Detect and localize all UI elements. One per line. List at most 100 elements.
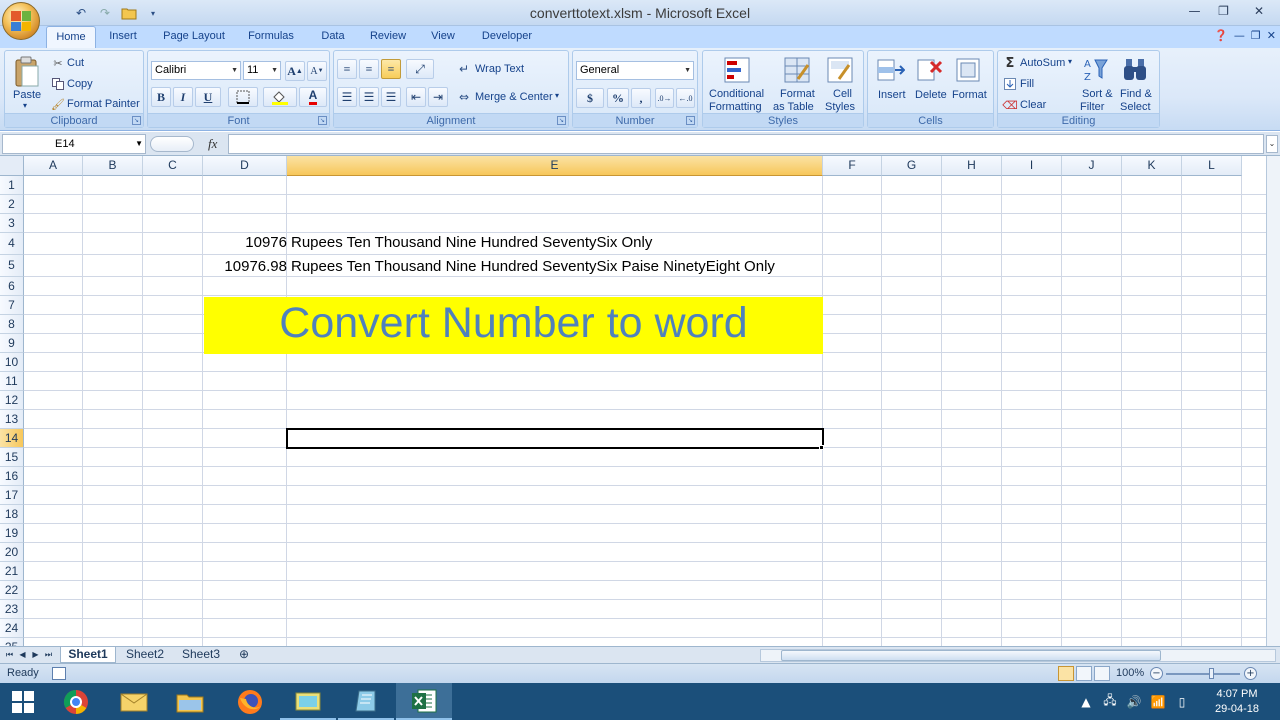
row-header-8[interactable]: 8 <box>0 315 24 334</box>
help-icon[interactable]: ❓ <box>1214 29 1228 42</box>
row-header-25[interactable]: 25 <box>0 638 24 646</box>
name-box[interactable]: E14 ▼ <box>2 134 146 154</box>
row-header-7[interactable]: 7 <box>0 296 24 315</box>
mail-icon[interactable] <box>106 683 162 720</box>
tab-insert[interactable]: Insert <box>100 26 146 48</box>
zoom-slider-thumb[interactable] <box>1209 668 1214 679</box>
row-header-11[interactable]: 11 <box>0 372 24 391</box>
fill-button[interactable]: Fill <box>1020 78 1034 90</box>
ribbon-minimize-icon[interactable]: — <box>1234 29 1245 42</box>
row-header-18[interactable]: 18 <box>0 505 24 524</box>
column-header-J[interactable]: J <box>1062 156 1122 176</box>
currency-button[interactable]: $ <box>576 88 604 108</box>
column-header-H[interactable]: H <box>942 156 1002 176</box>
cell-D4[interactable]: 10976 <box>245 234 287 251</box>
active-cell-E14[interactable] <box>286 428 824 449</box>
percent-button[interactable]: % <box>607 88 629 108</box>
column-header-I[interactable]: I <box>1002 156 1062 176</box>
macro-record-icon[interactable] <box>52 667 66 680</box>
row-header-16[interactable]: 16 <box>0 467 24 486</box>
next-sheet-icon[interactable]: ▶ <box>30 648 41 662</box>
column-header-F[interactable]: F <box>823 156 882 176</box>
sticky-app-icon[interactable] <box>280 683 336 720</box>
shrink-font-icon[interactable]: A ▼ <box>307 61 327 81</box>
horizontal-scroll-thumb[interactable] <box>781 650 1161 661</box>
orientation-icon[interactable]: ⤢ <box>406 59 434 79</box>
merge-center-button[interactable]: Merge & Center <box>475 91 553 103</box>
insert-function-button[interactable]: fx <box>208 136 217 152</box>
row-header-14[interactable]: 14 <box>0 429 24 448</box>
notepad-icon[interactable] <box>338 683 394 720</box>
tab-formulas[interactable]: Formulas <box>240 26 302 48</box>
number-launcher-icon[interactable]: ↘ <box>686 116 695 125</box>
expand-formula-bar-icon[interactable]: ⌄ <box>1266 135 1278 153</box>
network-icon[interactable]: 🖧 <box>1098 691 1122 712</box>
font-size-combo[interactable]: 11 ▼ <box>243 61 281 80</box>
increase-decimal-icon[interactable]: .0→ <box>655 88 674 108</box>
ribbon-restore-icon[interactable]: ❐ <box>1251 29 1261 42</box>
decrease-indent-icon[interactable]: ⇤ <box>406 87 426 107</box>
number-format-combo[interactable]: General ▼ <box>576 61 694 80</box>
bold-button[interactable]: B <box>151 87 171 107</box>
tab-review[interactable]: Review <box>362 26 414 48</box>
cell-E4[interactable]: Rupees Ten Thousand Nine Hundred Seventy… <box>291 234 652 251</box>
formula-input[interactable] <box>228 134 1264 154</box>
ribbon-close-icon[interactable]: ✕ <box>1267 29 1276 42</box>
tab-home[interactable]: Home <box>46 26 96 48</box>
row-header-10[interactable]: 10 <box>0 353 24 372</box>
column-header-A[interactable]: A <box>24 156 83 176</box>
align-middle-icon[interactable]: ≡ <box>359 59 379 79</box>
row-header-3[interactable]: 3 <box>0 214 24 233</box>
row-header-22[interactable]: 22 <box>0 581 24 600</box>
tab-data[interactable]: Data <box>312 26 354 48</box>
underline-button[interactable]: U <box>195 87 221 107</box>
clipboard-launcher-icon[interactable]: ↘ <box>132 116 141 125</box>
start-button[interactable] <box>0 683 46 720</box>
first-sheet-icon[interactable]: ⏮ <box>4 648 15 662</box>
horizontal-scrollbar[interactable] <box>760 649 1276 662</box>
row-header-20[interactable]: 20 <box>0 543 24 562</box>
zoom-in-icon[interactable]: + <box>1244 667 1257 680</box>
row-header-6[interactable]: 6 <box>0 277 24 296</box>
last-sheet-icon[interactable]: ⏭ <box>43 648 54 662</box>
format-as-table-button[interactable]: Format <box>780 88 815 100</box>
align-top-icon[interactable]: ≡ <box>337 59 357 79</box>
row-header-15[interactable]: 15 <box>0 448 24 467</box>
row-header-2[interactable]: 2 <box>0 195 24 214</box>
paste-icon[interactable] <box>11 55 43 89</box>
alignment-launcher-icon[interactable]: ↘ <box>557 116 566 125</box>
delete-button[interactable]: Delete <box>915 89 947 101</box>
insert-sheet-icon[interactable]: ⊕ <box>232 647 256 663</box>
row-header-5[interactable]: 5 <box>0 255 24 277</box>
font-color-icon[interactable]: A <box>299 87 327 107</box>
sheet-tab-sheet1[interactable]: Sheet1 <box>60 647 116 663</box>
sheet-tab-sheet2[interactable]: Sheet2 <box>120 647 170 663</box>
column-header-G[interactable]: G <box>882 156 942 176</box>
column-header-E[interactable]: E <box>287 156 823 176</box>
sheet-tab-sheet3[interactable]: Sheet3 <box>176 647 226 663</box>
row-header-23[interactable]: 23 <box>0 600 24 619</box>
format-button[interactable]: Format <box>952 89 987 101</box>
cell-E5[interactable]: Rupees Ten Thousand Nine Hundred Seventy… <box>291 258 775 275</box>
increase-indent-icon[interactable]: ⇥ <box>428 87 448 107</box>
fill-color-icon[interactable] <box>263 87 297 107</box>
cell-D5[interactable]: 10976.98 <box>224 258 287 275</box>
column-header-L[interactable]: L <box>1182 156 1242 176</box>
show-hidden-icons-icon[interactable]: ▲ <box>1074 695 1098 709</box>
excel-icon[interactable] <box>396 683 452 720</box>
clock[interactable]: 4:07 PM 29-04-18 <box>1194 687 1280 717</box>
row-header-19[interactable]: 19 <box>0 524 24 543</box>
align-bottom-icon[interactable]: ≡ <box>381 59 401 79</box>
column-header-B[interactable]: B <box>83 156 143 176</box>
sort-filter-button[interactable]: Sort & <box>1082 88 1113 100</box>
find-select-button[interactable]: Find & <box>1120 88 1152 100</box>
restore-icon[interactable]: ❐ <box>1209 0 1238 22</box>
row-header-9[interactable]: 9 <box>0 334 24 353</box>
align-left-icon[interactable]: ☰ <box>337 87 357 107</box>
format-painter-button[interactable]: Format Painter <box>67 98 140 110</box>
row-header-12[interactable]: 12 <box>0 391 24 410</box>
copy-button[interactable]: Copy <box>67 78 93 90</box>
page-break-view-icon[interactable] <box>1094 666 1110 681</box>
autosum-button[interactable]: AutoSum <box>1020 57 1065 69</box>
volume-icon[interactable]: 🔊 <box>1122 695 1146 709</box>
